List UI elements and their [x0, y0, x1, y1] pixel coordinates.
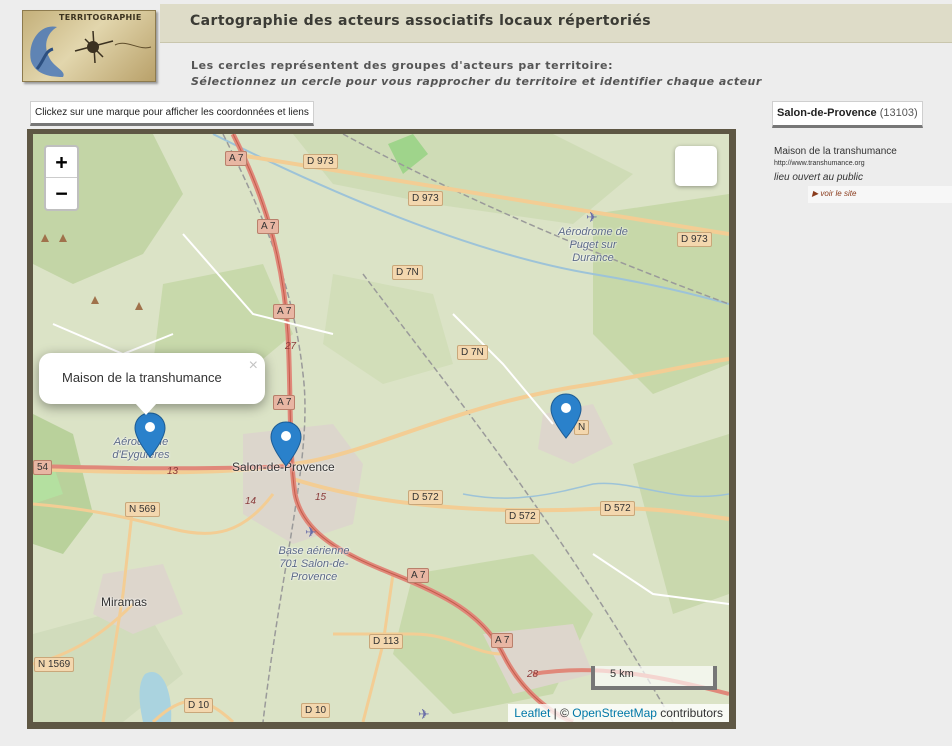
exit-27: 27	[285, 341, 297, 352]
zoom-control: + −	[44, 145, 79, 211]
subtitle-line-1: Les cercles représentent des groupes d'a…	[191, 59, 614, 72]
exit-28: 28	[527, 669, 539, 680]
road-label-d973: D 973	[303, 154, 338, 169]
road-label-d572: D 572	[408, 490, 443, 505]
layers-control-button[interactable]	[675, 146, 717, 186]
scale-label: 5 km	[610, 668, 634, 680]
zoom-out-button[interactable]: −	[46, 178, 77, 208]
road-label-a7: A 7	[225, 151, 248, 166]
popup-tip	[135, 403, 157, 415]
exit-14: 14	[245, 496, 257, 507]
logo-text: TERRITOGRAPHIE	[59, 13, 142, 22]
location-tab[interactable]: Salon-de-Provence (13103)	[772, 101, 923, 128]
page-title: Cartographie des acteurs associatifs loc…	[190, 13, 651, 29]
location-code: (13103)	[879, 107, 918, 119]
road-label-d7n: D 7N	[457, 345, 488, 360]
openstreetmap-link[interactable]: OpenStreetMap	[572, 706, 657, 720]
map-marker-salon[interactable]	[270, 421, 302, 467]
actor-url: http://www.transhumance.org	[774, 160, 865, 167]
road-label-a7: A 7	[257, 219, 280, 234]
road-label-d572: D 572	[505, 509, 540, 524]
road-label-d7n: D 7N	[392, 265, 423, 280]
leaflet-link[interactable]: Leaflet	[514, 706, 550, 720]
road-label-n54-partial: 54	[33, 460, 53, 475]
location-name: Salon-de-Provence	[777, 107, 877, 119]
zoom-in-button[interactable]: +	[46, 147, 77, 178]
road-label-a7: A 7	[407, 568, 430, 583]
actor-link-row: ▶ voir le site	[808, 186, 952, 203]
map-viewport[interactable]: ✈ ✈ ✈ A 7 A 7 A 7 A 7 A 7 A 7 D 973 D 97…	[33, 134, 729, 722]
marker-popup: Maison de la transhumance ×	[39, 353, 265, 404]
place-label-base-aerienne: Base aérienne 701 Salon-de-Provence	[278, 545, 350, 583]
place-label-aerodrome-puget: Aérodrome de Puget sur Durance	[558, 226, 628, 264]
voir-le-site-link[interactable]: ▶ voir le site	[812, 189, 856, 198]
subtitle-line-2: Sélectionnez un cercle pour vous rapproc…	[191, 75, 762, 88]
road-label-d973: D 973	[677, 232, 712, 247]
attribution-separator: | ©	[550, 706, 573, 720]
scale-bar: 5 km	[591, 666, 717, 690]
territographie-logo[interactable]: TERRITOGRAPHIE	[22, 10, 156, 82]
exit-15: 15	[315, 492, 327, 503]
exit-13: 13	[167, 466, 179, 477]
road-label-d113: D 113	[369, 634, 403, 649]
actor-name: Maison de la transhumance	[774, 146, 897, 157]
popup-close-icon[interactable]: ×	[249, 357, 258, 375]
road-label-a7: A 7	[273, 304, 296, 319]
road-label-n569: N 569	[125, 502, 160, 517]
map-attribution: Leaflet | © OpenStreetMap contributors	[508, 704, 729, 722]
instruction-tab: Clickez sur une marque pour afficher les…	[30, 101, 314, 126]
place-label-miramas: Miramas	[101, 595, 148, 609]
road-label-a7: A 7	[491, 633, 514, 648]
map-marker-maison-transhumance[interactable]	[134, 412, 166, 458]
road-label-a7: A 7	[273, 395, 296, 410]
road-label-d572: D 572	[600, 501, 635, 516]
map-frame: ✈ ✈ ✈ A 7 A 7 A 7 A 7 A 7 A 7 D 973 D 97…	[27, 129, 736, 729]
header-bar: Cartographie des acteurs associatifs loc…	[160, 4, 952, 43]
road-label-d10: D 10	[184, 698, 214, 713]
popup-text: Maison de la transhumance	[62, 370, 222, 385]
svg-text:✈: ✈	[586, 210, 598, 226]
map-marker-pelissanne[interactable]	[550, 393, 582, 439]
attribution-contributors: contributors	[656, 706, 723, 720]
actor-status: lieu ouvert au public	[774, 172, 863, 183]
road-label-n1569: N 1569	[34, 657, 75, 672]
road-label-d973: D 973	[408, 191, 443, 206]
svg-text:✈: ✈	[418, 707, 430, 722]
svg-text:✈: ✈	[305, 525, 317, 541]
road-label-d10: D 10	[301, 703, 331, 718]
